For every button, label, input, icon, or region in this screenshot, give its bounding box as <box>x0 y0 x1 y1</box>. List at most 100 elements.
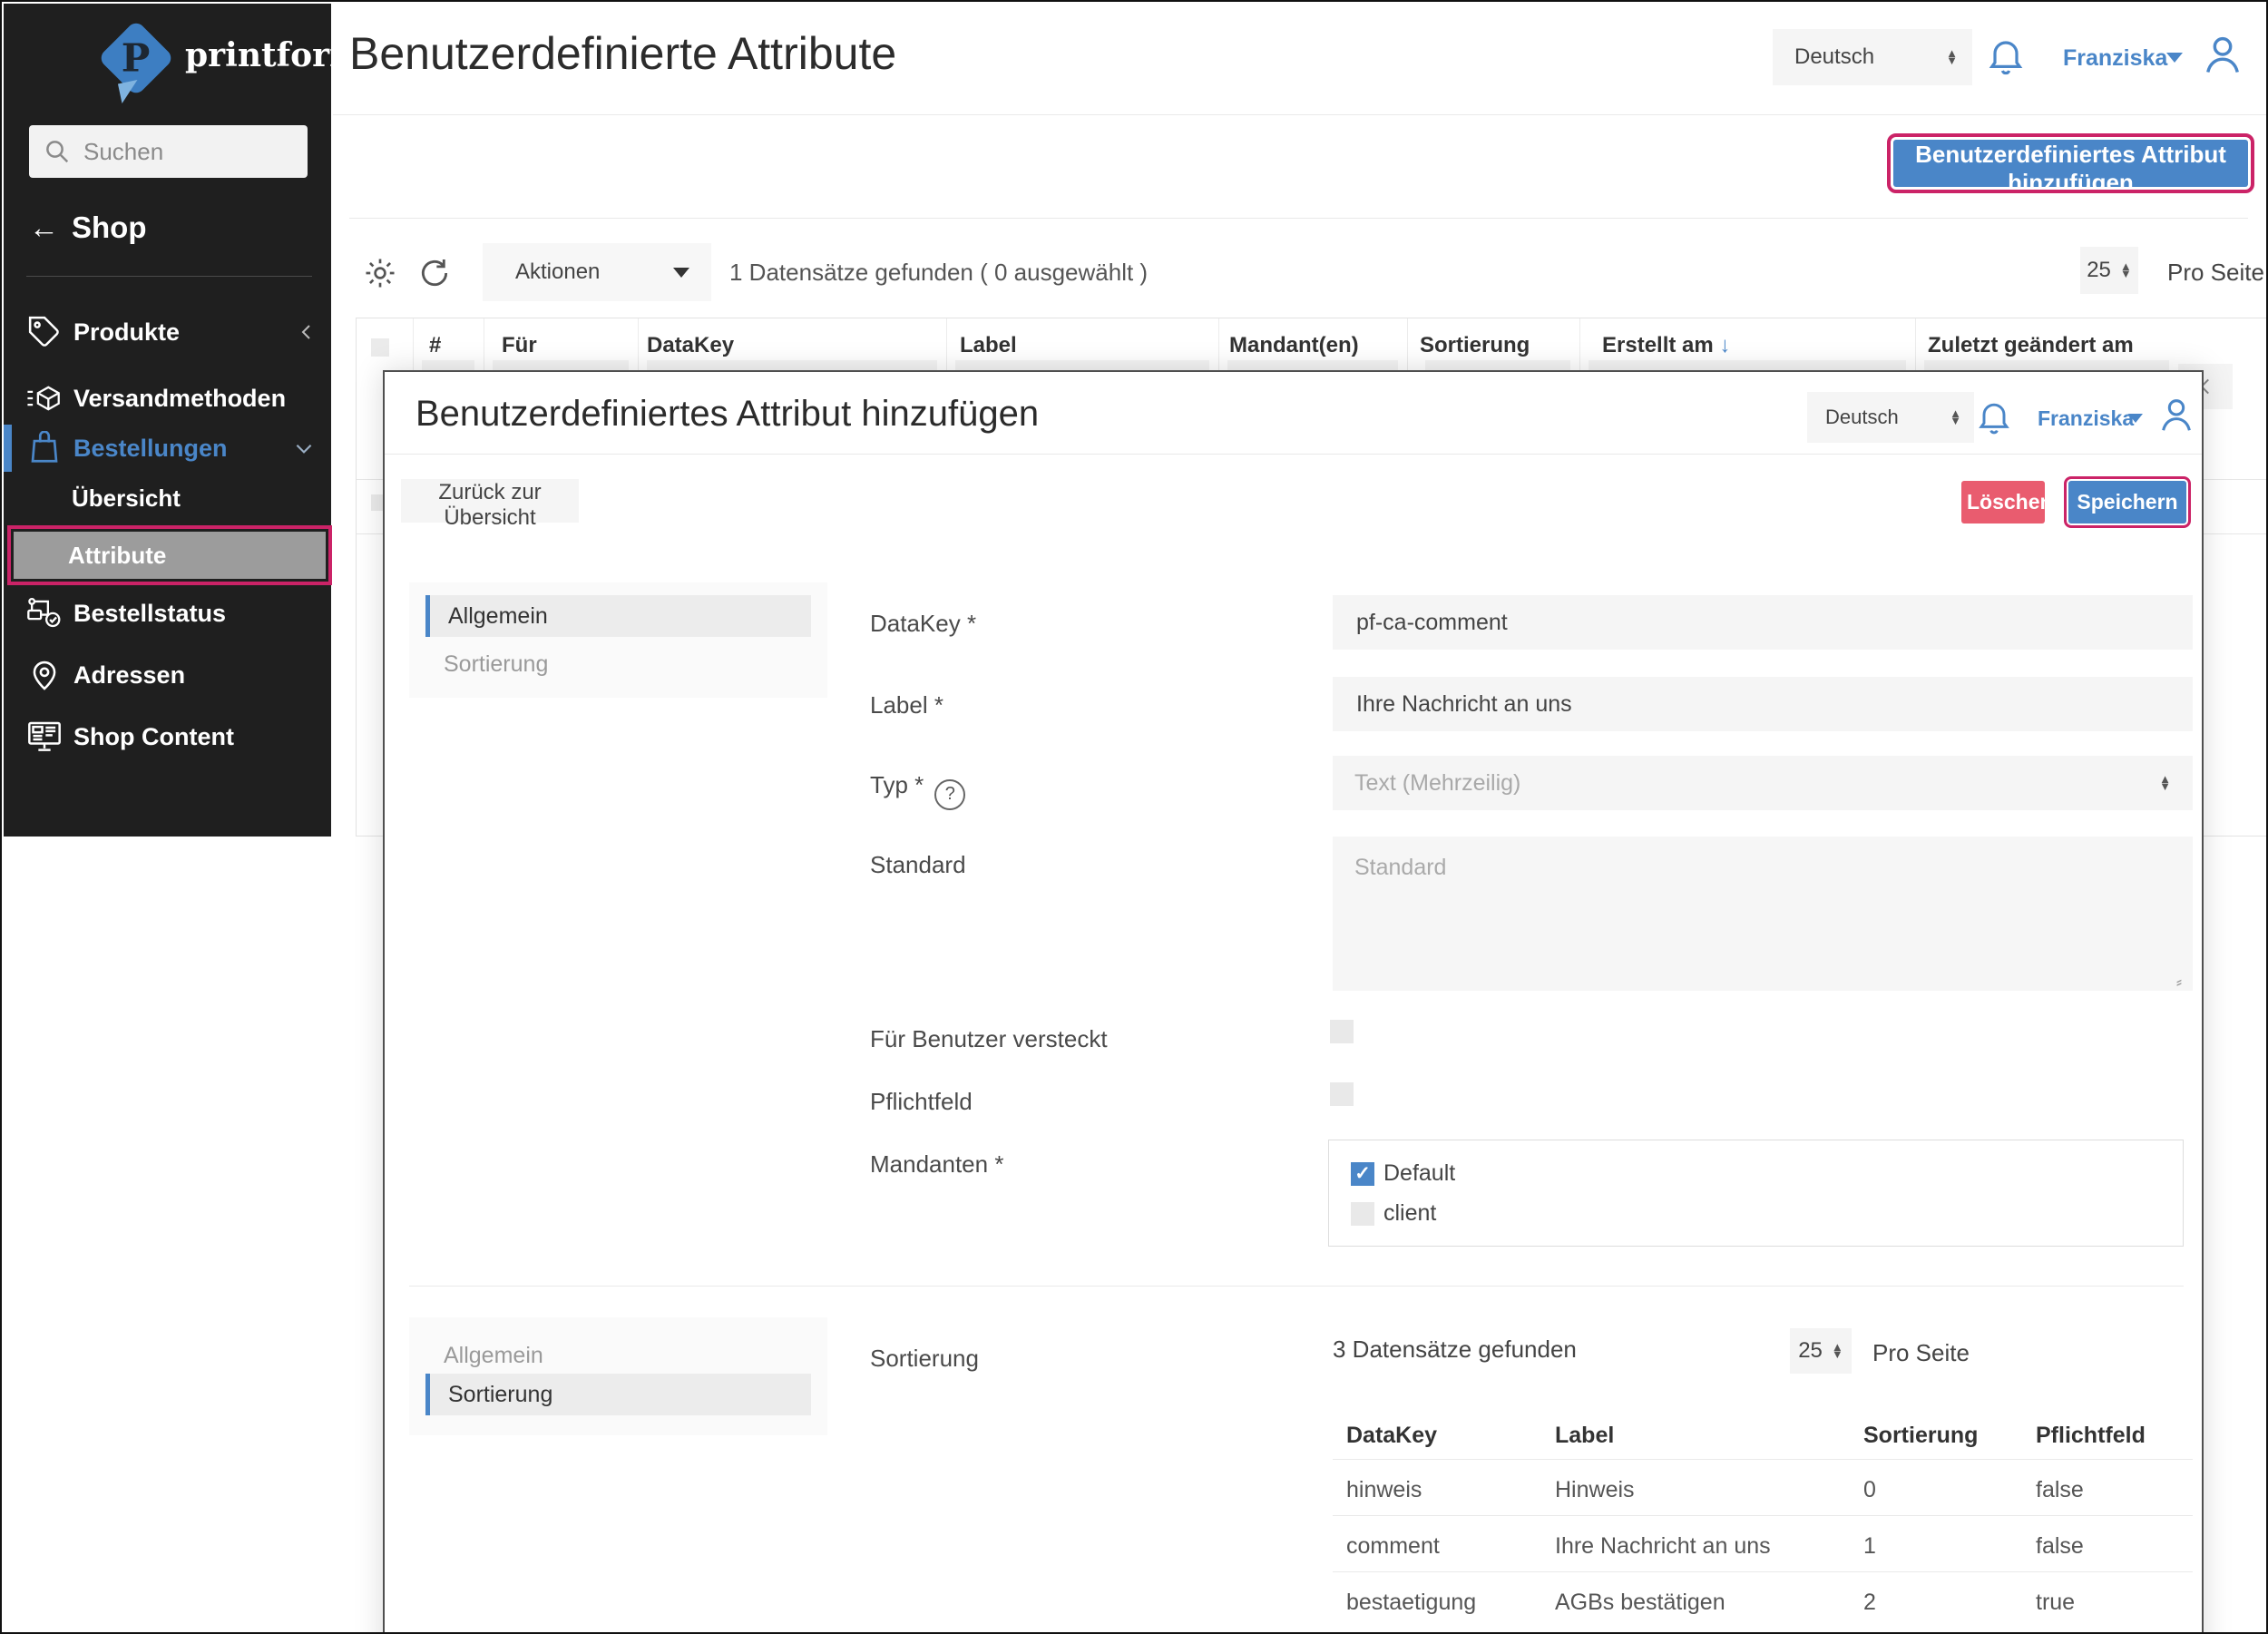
check-icon: ✓ <box>1354 1163 1371 1184</box>
sidebar-search-input[interactable]: Suchen <box>29 125 308 178</box>
language-select[interactable]: Deutsch ▲ ▼ <box>1773 29 1972 85</box>
arrow-left-icon: ← <box>29 210 59 244</box>
mandant-option-client[interactable]: client <box>1351 1200 1436 1227</box>
monitor-content-icon <box>26 719 63 755</box>
user-avatar-icon[interactable] <box>2156 394 2197 435</box>
aktionen-label: Aktionen <box>515 259 601 284</box>
column-header[interactable]: Mandant(en) <box>1229 333 1359 358</box>
user-menu-caret-icon[interactable] <box>2166 53 2183 63</box>
datakey-input[interactable] <box>1354 608 2171 637</box>
resize-handle-icon[interactable]: ⸗ <box>2176 973 2182 992</box>
shopping-bag-icon <box>26 431 63 465</box>
column-header[interactable]: Sortierung <box>1420 333 1530 358</box>
notifications-bell-icon[interactable] <box>1974 396 2014 437</box>
per-page-label: Pro Seite <box>1872 1339 1970 1366</box>
select-all-checkbox[interactable] <box>371 338 389 357</box>
shipping-box-icon <box>26 381 63 416</box>
help-question-icon[interactable]: ? <box>934 778 966 810</box>
user-avatar-icon[interactable] <box>2199 31 2246 78</box>
sidebar-item-label: Versandmethoden <box>73 384 287 412</box>
sidebar-item-produkte[interactable]: Produkte <box>4 311 331 353</box>
sidebar-item-label: Produkte <box>73 318 181 346</box>
standard-textarea[interactable] <box>1333 837 2193 991</box>
table-header-divider <box>1333 1459 2193 1460</box>
section-divider <box>409 1286 2184 1287</box>
typ-select[interactable]: Text (Mehrzeilig) ▲ ▼ <box>1333 756 2193 810</box>
sidebar-item-label: Attribute <box>68 541 167 569</box>
modal-header-divider <box>385 454 2202 455</box>
column-header-sorted[interactable]: Erstellt am ↓ <box>1602 333 1730 358</box>
column-header[interactable]: DataKey <box>647 333 734 358</box>
chevron-down-icon <box>296 444 312 454</box>
user-name[interactable]: Franziska <box>2063 45 2167 72</box>
tag-icon <box>26 315 63 349</box>
tab-allgemein[interactable]: Allgemein <box>425 595 811 637</box>
sidebar-item-attribute[interactable]: Attribute <box>14 532 326 579</box>
select-arrows-icon: ▲ ▼ <box>2159 771 2171 793</box>
user-menu-caret-icon[interactable] <box>2128 414 2143 423</box>
back-to-overview-button[interactable]: Zurück zur Übersicht <box>401 479 579 530</box>
sidebar-item-label: Bestellungen <box>73 434 228 462</box>
column-header[interactable]: # <box>429 333 441 358</box>
sortierung-tabs-panel: Allgemein Sortierung <box>409 1317 827 1435</box>
select-arrows-icon: ▲ ▼ <box>1831 1339 1843 1361</box>
select-arrows-icon: ▲ ▼ <box>2119 259 2132 280</box>
logo-fold-decoration <box>117 79 142 104</box>
sort-down-arrow-icon: ↓ <box>1719 333 1731 357</box>
hidden-checkbox[interactable] <box>1330 1020 1354 1043</box>
label-input[interactable] <box>1354 690 2171 719</box>
mandanten-label: Mandanten * <box>870 1150 1004 1178</box>
sort-table-header: Pflichtfeld <box>2036 1423 2146 1448</box>
search-placeholder: Suchen <box>83 137 164 165</box>
tab-allgemein[interactable]: Allgemein <box>444 1343 543 1369</box>
mandanten-option-box: ✓ Default client <box>1328 1140 2184 1247</box>
header-divider <box>333 114 2266 115</box>
sidebar-item-uebersicht[interactable]: Übersicht <box>72 484 181 513</box>
map-pin-icon <box>26 657 63 693</box>
sidebar-item-label: Shop Content <box>73 722 234 750</box>
sidebar-item-bestellstatus[interactable]: Bestellstatus <box>4 592 331 634</box>
sidebar-item-adressen[interactable]: Adressen <box>4 654 331 696</box>
mandant-option-default[interactable]: ✓ Default <box>1351 1160 1455 1187</box>
row-divider <box>1333 1515 2193 1516</box>
tab-sortierung[interactable]: Sortierung <box>425 1374 811 1415</box>
delete-button[interactable]: Löschen <box>1961 481 2053 523</box>
sort-table-header: Sortierung <box>1863 1423 1979 1448</box>
column-header[interactable]: Zuletzt geändert am <box>1928 333 2134 358</box>
refresh-icon[interactable] <box>417 256 452 290</box>
label-label: Label * <box>870 691 943 719</box>
datakey-label: DataKey * <box>870 610 977 637</box>
select-arrows-icon: ▲ ▼ <box>1946 45 1958 67</box>
sort-table-header: DataKey <box>1346 1423 1438 1448</box>
sidebar-item-label: Bestellstatus <box>73 599 227 627</box>
form-tabs-panel: Allgemein Sortierung <box>409 582 827 698</box>
shop-back-label: Shop <box>72 210 147 244</box>
save-button[interactable]: Speichern <box>2064 476 2191 528</box>
sidebar-item-bestellungen[interactable]: Bestellungen <box>4 427 331 469</box>
datakey-field-wrap <box>1333 595 2193 650</box>
user-name[interactable]: Franziska <box>2038 406 2134 431</box>
add-attribute-button[interactable]: Benutzerdefiniertes Attribut hinzufügen <box>1887 133 2254 196</box>
search-icon <box>46 141 69 163</box>
button-row-divider <box>349 218 2248 219</box>
settings-gear-icon[interactable] <box>363 256 397 290</box>
dropdown-caret-icon <box>673 267 689 278</box>
modal-language-select[interactable]: Deutsch ▲ ▼ <box>1807 392 1974 443</box>
required-label: Pflichtfeld <box>870 1088 973 1115</box>
sidebar-item-versandmethoden[interactable]: Versandmethoden <box>4 377 331 419</box>
aktionen-dropdown[interactable]: Aktionen <box>483 243 711 301</box>
sidebar-item-shop-content[interactable]: Shop Content <box>4 716 331 758</box>
sidebar-divider <box>26 276 312 277</box>
shop-back-link[interactable]: ← Shop <box>29 210 146 245</box>
chevron-left-icon <box>301 325 310 339</box>
column-header[interactable]: Label <box>960 333 1017 358</box>
notifications-bell-icon[interactable] <box>1984 33 2028 78</box>
sidebar: P printformer Suchen ← Shop Produkte Ver… <box>4 4 402 837</box>
required-checkbox[interactable] <box>1330 1082 1354 1106</box>
tab-sortierung[interactable]: Sortierung <box>444 651 548 678</box>
per-page-select[interactable]: 25 ▲ ▼ <box>2080 247 2138 294</box>
checked-checkbox: ✓ <box>1351 1161 1374 1186</box>
order-status-icon <box>26 595 63 631</box>
sortierung-per-page-select[interactable]: 25 ▲ ▼ <box>1790 1328 1852 1374</box>
modal-title: Benutzerdefiniertes Attribut hinzufügen <box>415 394 1040 434</box>
